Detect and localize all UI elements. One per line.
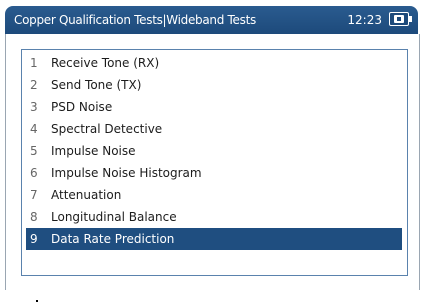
list-item-psd-noise[interactable]: 3 PSD Noise	[26, 96, 402, 118]
list-item-label: Impulse Noise	[51, 144, 136, 158]
device-screen: Copper Qualification Tests|Wideband Test…	[0, 0, 423, 308]
list-item-label: Receive Tone (RX)	[51, 56, 160, 70]
list-item-attenuation[interactable]: 7 Attenuation	[26, 184, 402, 206]
cursor-dot	[36, 300, 38, 302]
test-menu-list: 1 Receive Tone (RX) 2 Send Tone (TX) 3 P…	[21, 49, 408, 276]
list-item-number: 3	[30, 100, 38, 114]
list-item-send-tone[interactable]: 2 Send Tone (TX)	[26, 74, 402, 96]
window-title: Copper Qualification Tests|Wideband Test…	[14, 13, 256, 27]
list-item-number: 9	[30, 232, 38, 246]
list-item-label: Send Tone (TX)	[51, 78, 142, 92]
list-item-number: 8	[30, 210, 38, 224]
title-bar: Copper Qualification Tests|Wideband Test…	[5, 6, 418, 34]
list-item-number: 2	[30, 78, 38, 92]
clock: 12:23	[347, 13, 382, 27]
list-item-spectral-detective[interactable]: 4 Spectral Detective	[26, 118, 402, 140]
content-area: 1 Receive Tone (RX) 2 Send Tone (TX) 3 P…	[5, 34, 420, 290]
battery-plug-icon	[389, 12, 412, 26]
list-item-label: Spectral Detective	[51, 122, 163, 136]
list-item-label: Impulse Noise Histogram	[51, 166, 202, 180]
list-item-label: Attenuation	[51, 188, 122, 202]
list-item-label: Longitudinal Balance	[51, 210, 177, 224]
list-item-impulse-noise[interactable]: 5 Impulse Noise	[26, 140, 402, 162]
list-item-label: PSD Noise	[51, 100, 113, 114]
list-item-number: 4	[30, 122, 38, 136]
list-item-label: Data Rate Prediction	[51, 232, 175, 246]
list-item-data-rate-prediction[interactable]: 9 Data Rate Prediction	[26, 228, 402, 250]
list-item-number: 7	[30, 188, 38, 202]
list-item-impulse-noise-histogram[interactable]: 6 Impulse Noise Histogram	[26, 162, 402, 184]
list-item-number: 5	[30, 144, 38, 158]
list-item-longitudinal-balance[interactable]: 8 Longitudinal Balance	[26, 206, 402, 228]
list-item-number: 6	[30, 166, 38, 180]
list-item-receive-tone[interactable]: 1 Receive Tone (RX)	[26, 52, 402, 74]
list-item-number: 1	[30, 56, 38, 70]
